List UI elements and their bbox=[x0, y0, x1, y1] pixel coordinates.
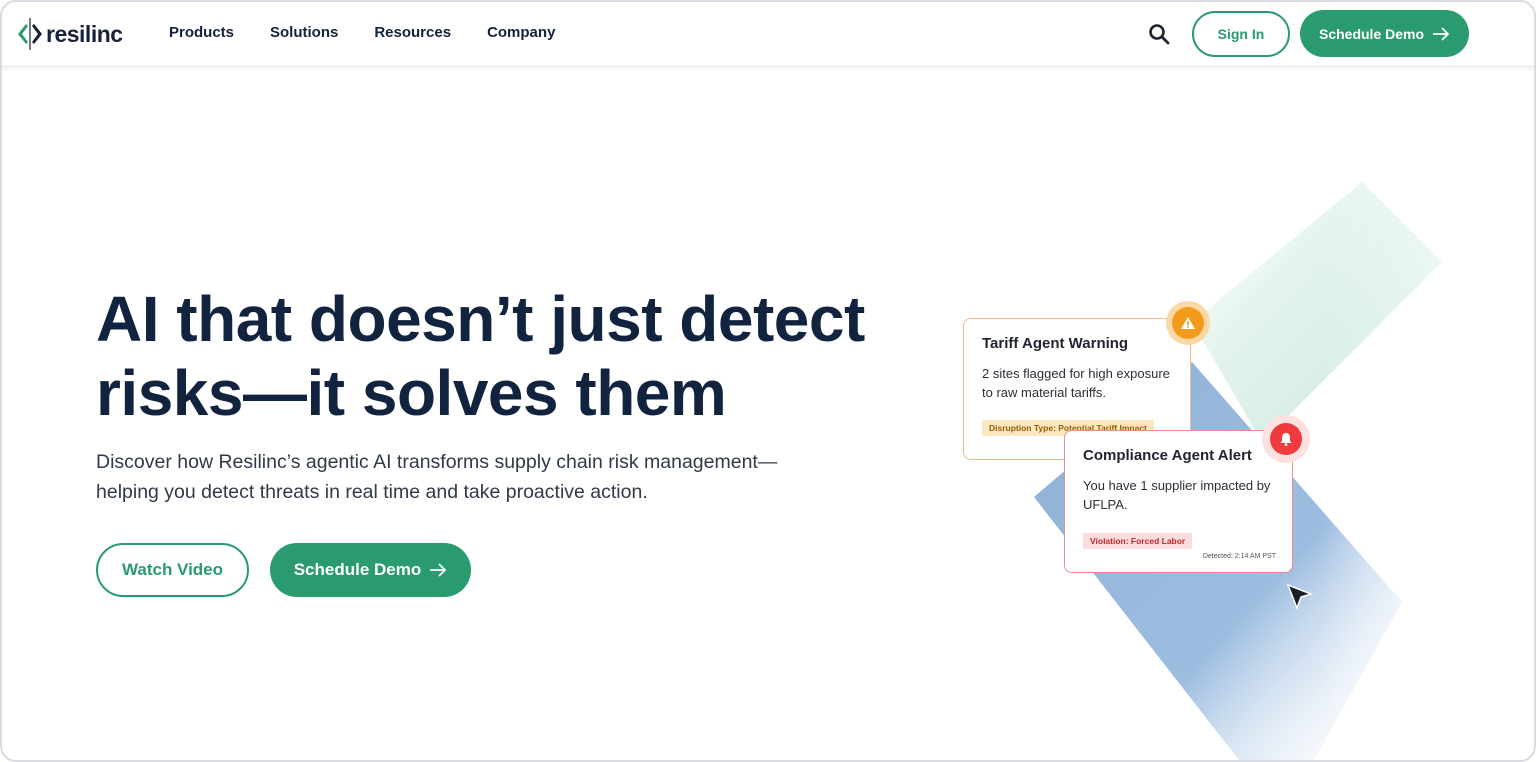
warning-icon bbox=[1172, 307, 1204, 339]
arrow-right-icon bbox=[430, 563, 447, 577]
hero-title-line-2: risks—it solves them bbox=[96, 357, 727, 429]
watch-video-label: Watch Video bbox=[121, 560, 224, 579]
tariff-card-body: 2 sites flagged for high exposure to raw… bbox=[982, 366, 1170, 400]
nav-item-company[interactable]: Company bbox=[487, 24, 555, 41]
search-icon[interactable] bbox=[1147, 22, 1171, 46]
hero-subtitle-line-2: helping you detect threats in real time … bbox=[96, 481, 648, 503]
resilinc-logo[interactable]: resilinc bbox=[16, 16, 123, 52]
nav-item-resources[interactable]: Resources bbox=[374, 24, 451, 41]
tariff-card-title: Tariff Agent Warning bbox=[982, 335, 1129, 352]
top-nav-bar: resilinc Products Solutions Resources Co… bbox=[2, 2, 1534, 67]
nav-item-products[interactable]: Products bbox=[169, 24, 234, 41]
watch-video-button[interactable]: Watch Video bbox=[96, 543, 249, 597]
violation-tag: Violation: Forced Labor bbox=[1083, 533, 1193, 549]
hero-title-line-1: AI that doesn’t just detect bbox=[96, 283, 865, 355]
mouse-cursor-icon bbox=[1286, 583, 1314, 611]
schedule-demo-hero-button[interactable]: Schedule Demo bbox=[270, 543, 471, 597]
detected-timestamp: Detected: 2:14 AM PST bbox=[1202, 553, 1276, 560]
hero-title: AI that doesn’t just detect risks—it sol… bbox=[96, 282, 876, 430]
hero-subtitle-line-1: Discover how Resilinc’s agentic AI trans… bbox=[96, 451, 778, 473]
nav-item-solutions[interactable]: Solutions bbox=[270, 24, 338, 41]
schedule-demo-header-button[interactable]: Schedule Demo bbox=[1300, 10, 1469, 57]
hero-subtitle: Discover how Resilinc’s agentic AI trans… bbox=[96, 447, 816, 507]
schedule-demo-header-label: Schedule Demo bbox=[1318, 25, 1425, 42]
bell-icon bbox=[1270, 423, 1302, 455]
compliance-alert-card[interactable]: Compliance Agent Alert You have 1 suppli… bbox=[1064, 430, 1293, 573]
arrow-right-icon bbox=[1433, 26, 1450, 41]
sign-in-button[interactable]: Sign In bbox=[1192, 11, 1290, 57]
compliance-card-title: Compliance Agent Alert bbox=[1083, 447, 1252, 464]
main-nav: Products Solutions Resources Company bbox=[169, 24, 555, 41]
logo-text: resilinc bbox=[46, 20, 123, 47]
schedule-demo-hero-label: Schedule Demo bbox=[293, 560, 422, 579]
compliance-card-body: You have 1 supplier impacted by UFLPA. bbox=[1083, 478, 1271, 512]
sign-in-label: Sign In bbox=[1217, 26, 1265, 42]
page-frame: resilinc Products Solutions Resources Co… bbox=[0, 0, 1536, 762]
logo-mark-icon bbox=[18, 18, 42, 50]
